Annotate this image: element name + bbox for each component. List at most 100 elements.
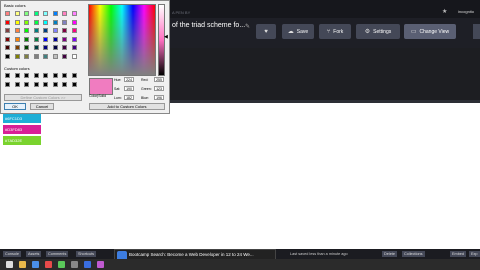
settings-button[interactable]: ⚙ Settings [356, 24, 400, 39]
custom-color-swatch[interactable] [52, 73, 58, 78]
basic-color-swatch[interactable] [43, 45, 48, 50]
chrome-icon[interactable] [45, 261, 52, 268]
browser-icon[interactable] [32, 261, 39, 268]
basic-color-swatch[interactable] [33, 28, 39, 33]
custom-color-swatch[interactable] [71, 81, 77, 87]
basic-color-swatch[interactable] [52, 19, 58, 25]
basic-color-swatch[interactable] [14, 19, 20, 25]
red-field[interactable]: 255 [154, 77, 164, 82]
basic-color-swatch[interactable] [5, 28, 10, 33]
basic-color-swatch[interactable] [33, 53, 39, 59]
basic-color-swatch[interactable] [52, 53, 58, 59]
custom-color-swatch[interactable] [33, 81, 39, 87]
change-view-button[interactable]: ▭ Change View [404, 24, 456, 39]
user-menu-button[interactable] [473, 24, 480, 39]
custom-color-swatch[interactable] [24, 73, 29, 78]
basic-color-swatch[interactable] [5, 36, 10, 42]
lum-field[interactable]: 182 [124, 95, 134, 100]
basic-color-swatch[interactable] [52, 45, 58, 50]
edit-title-icon[interactable]: ✎ [245, 23, 250, 30]
basic-color-swatch[interactable] [62, 53, 67, 59]
basic-color-swatch[interactable] [43, 36, 48, 42]
custom-color-swatch[interactable] [43, 81, 48, 87]
color-spectrum[interactable] [88, 4, 156, 76]
basic-color-swatch[interactable] [14, 11, 20, 16]
basic-color-swatch[interactable] [52, 11, 58, 16]
basic-color-swatch[interactable] [14, 53, 20, 59]
basic-color-swatch[interactable] [14, 36, 20, 42]
export-button[interactable]: Exp [469, 251, 480, 257]
basic-color-swatch[interactable] [71, 45, 77, 50]
custom-color-swatch[interactable] [52, 81, 58, 87]
collections-button[interactable]: Collections [402, 251, 425, 257]
basic-color-swatch[interactable] [62, 36, 67, 42]
shortcuts-button[interactable]: Shortcuts [76, 251, 97, 257]
folder-icon[interactable] [19, 261, 26, 268]
basic-color-swatch[interactable] [43, 19, 48, 25]
basic-color-swatch[interactable] [24, 19, 29, 25]
assets-button[interactable]: Assets [26, 251, 42, 257]
basic-color-swatch[interactable] [33, 45, 39, 50]
custom-color-swatch[interactable] [14, 73, 20, 78]
delete-button[interactable]: Delete [382, 251, 397, 257]
fork-button[interactable]: ⑂ Fork [319, 24, 351, 39]
define-custom-colors-button[interactable]: Define Custom Colors >> [4, 94, 82, 101]
green-field[interactable]: 123 [154, 86, 164, 91]
basic-color-swatch[interactable] [14, 45, 20, 50]
basic-color-swatch[interactable] [71, 19, 77, 25]
luminosity-arrow-icon[interactable]: ◀ [164, 34, 168, 40]
basic-color-swatch[interactable] [24, 53, 29, 59]
basic-color-swatch[interactable] [71, 36, 77, 42]
pen-author[interactable]: A PEN BY [172, 10, 190, 15]
basic-color-swatch[interactable] [62, 45, 67, 50]
add-to-custom-colors-button[interactable]: Add to Custom Colors [89, 103, 165, 110]
custom-color-swatch[interactable] [71, 73, 77, 78]
basic-color-swatch[interactable] [43, 28, 48, 33]
custom-color-swatch[interactable] [62, 73, 67, 78]
basic-color-swatch[interactable] [43, 11, 48, 16]
cancel-button[interactable]: Cancel [30, 103, 54, 110]
basic-color-swatch[interactable] [33, 19, 39, 25]
hue-field[interactable]: 224 [124, 77, 134, 82]
basic-color-swatch[interactable] [5, 11, 10, 16]
basic-color-swatch[interactable] [52, 36, 58, 42]
basic-color-swatch[interactable] [24, 28, 29, 33]
luminosity-slider[interactable] [158, 4, 165, 76]
basic-color-swatch[interactable] [33, 11, 39, 16]
embed-button[interactable]: Embed [450, 251, 467, 257]
custom-color-swatch[interactable] [14, 81, 20, 87]
basic-color-swatch[interactable] [71, 28, 77, 33]
pen-title[interactable]: of the triad scheme fo... [172, 22, 245, 29]
custom-color-swatch[interactable] [33, 73, 39, 78]
custom-color-swatch[interactable] [62, 81, 67, 87]
blue-field[interactable]: 196 [154, 95, 164, 100]
basic-color-swatch[interactable] [43, 53, 48, 59]
app2-icon[interactable] [71, 261, 78, 268]
basic-color-swatch[interactable] [14, 28, 20, 33]
basic-color-swatch[interactable] [24, 45, 29, 50]
save-button[interactable]: ☁ Save [282, 24, 314, 39]
custom-color-swatch[interactable] [5, 73, 10, 78]
basic-color-swatch[interactable] [71, 53, 77, 59]
basic-color-swatch[interactable] [71, 11, 77, 16]
basic-color-swatch[interactable] [33, 36, 39, 42]
star-icon[interactable]: ★ [442, 8, 447, 15]
basic-color-swatch[interactable] [5, 19, 10, 25]
comments-button[interactable]: Comments [46, 251, 69, 257]
basic-color-swatch[interactable] [62, 11, 67, 16]
basic-color-swatch[interactable] [62, 19, 67, 25]
console-button[interactable]: Console [3, 251, 21, 257]
basic-color-swatch[interactable] [24, 11, 29, 16]
basic-color-swatch[interactable] [24, 36, 29, 42]
custom-color-swatch[interactable] [24, 81, 29, 87]
start-icon[interactable] [6, 261, 13, 268]
app-icon[interactable] [58, 261, 65, 268]
username[interactable]: incognito [458, 9, 474, 14]
app3-icon[interactable] [84, 261, 91, 268]
custom-color-swatch[interactable] [5, 81, 10, 87]
custom-color-swatch[interactable] [43, 73, 48, 78]
ok-button[interactable]: OK [4, 103, 26, 110]
basic-color-swatch[interactable] [5, 53, 10, 59]
app4-icon[interactable] [97, 261, 104, 268]
basic-color-swatch[interactable] [5, 45, 10, 50]
